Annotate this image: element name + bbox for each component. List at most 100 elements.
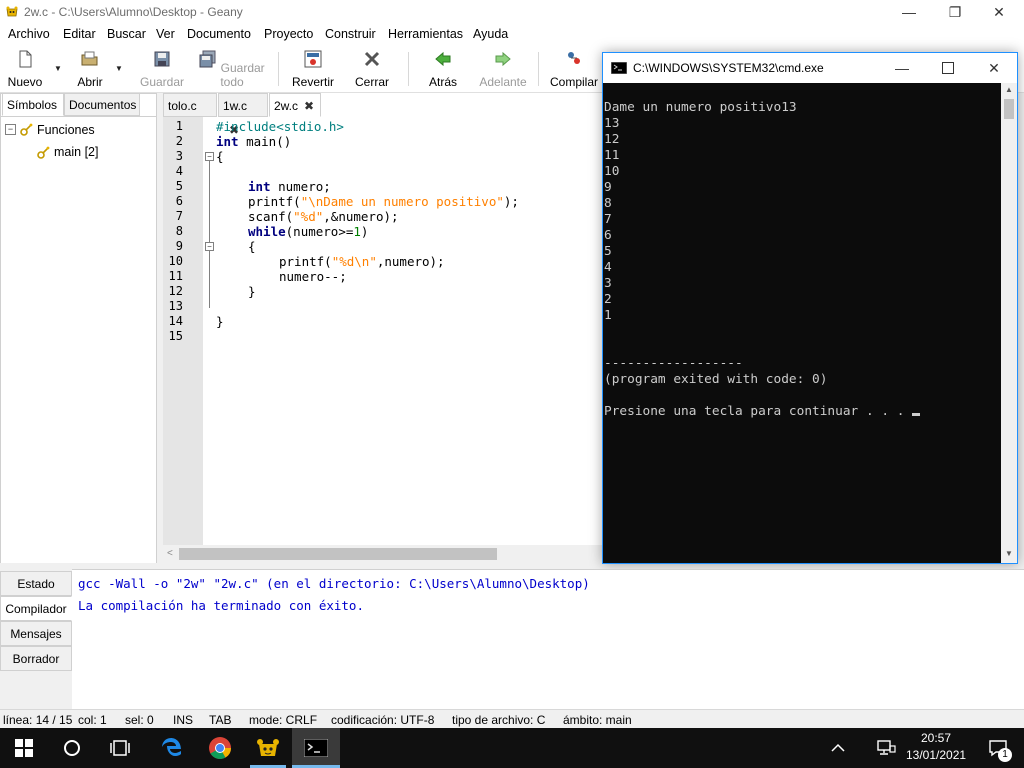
new-dropdown-arrow-icon[interactable]: ▼ [54, 64, 62, 73]
tab-symbols[interactable]: Símbolos [2, 93, 64, 116]
save-button[interactable]: Guardar [140, 50, 184, 89]
compiler-result-line[interactable]: La compilación ha terminado con éxito. [78, 598, 364, 613]
scrollbar-thumb[interactable] [179, 548, 497, 560]
tab-documents[interactable]: Documentos [64, 93, 140, 116]
line-number: 10 [168, 254, 183, 268]
code-line-10[interactable]: printf("%d\n",numero); [279, 254, 445, 269]
cmd-title-bar: C:\WINDOWS\SYSTEM32\cmd.exe — ✕ [603, 53, 1017, 83]
tree-item-main[interactable]: main [2] [54, 145, 98, 159]
line-number: 8 [175, 224, 183, 238]
cmd-taskbar-icon [304, 739, 328, 757]
code-line-12[interactable]: } [248, 284, 256, 299]
text-cursor [912, 413, 921, 416]
code-line-11[interactable]: numero--; [279, 269, 347, 284]
tab-compilador[interactable]: Compilador [0, 596, 72, 621]
symbols-tree: − Funciones main [2] [1, 116, 156, 563]
status-ins: INS [173, 713, 194, 727]
cmd-vertical-scrollbar[interactable]: ▲ ▼ [1001, 83, 1017, 563]
scroll-up-icon[interactable]: ▲ [1005, 85, 1013, 94]
status-scope: ámbito: main [563, 713, 632, 727]
cmd-close-button[interactable]: ✕ [971, 55, 1017, 81]
taskbar-edge[interactable] [148, 728, 196, 768]
menu-ver[interactable]: Ver [156, 27, 175, 41]
console-output[interactable]: Dame un numero positivo13 13 12 11 10 9 … [603, 83, 1001, 563]
clock[interactable]: 20:57 13/01/2021 [906, 730, 966, 766]
fold-toggle-icon[interactable]: − [205, 152, 214, 161]
tab-borrador[interactable]: Borrador [0, 646, 72, 671]
code-line-8[interactable]: while(numero>=1) [248, 224, 368, 239]
tab-close-icon[interactable]: ✖ [304, 94, 314, 118]
tab-tolo-c[interactable]: tolo.c✖ [163, 93, 217, 137]
tree-group-funciones[interactable]: Funciones [37, 123, 95, 137]
compiler-output: gcc -Wall -o "2w" "2w.c" (en el director… [72, 569, 1024, 709]
fold-toggle-icon[interactable]: − [205, 242, 214, 251]
back-button[interactable]: Atrás [424, 50, 462, 89]
code-line-2[interactable]: int main() [216, 134, 291, 149]
title-bar: 2w.c - C:\Users\Alumno\Desktop - Geany —… [0, 0, 1024, 24]
cmd-window-title: C:\WINDOWS\SYSTEM32\cmd.exe [633, 61, 824, 75]
menu-editar[interactable]: Editar [63, 27, 96, 41]
cmd-window: C:\WINDOWS\SYSTEM32\cmd.exe — ✕ Dame un … [602, 52, 1018, 564]
toolbar-separator [408, 52, 409, 86]
collapse-toggle-icon[interactable]: − [5, 124, 16, 135]
restore-button[interactable]: ❐ [932, 0, 978, 24]
status-col: col: 1 [78, 713, 107, 727]
toolbar-separator [538, 52, 539, 86]
start-button[interactable] [0, 728, 48, 768]
show-hidden-icons-button[interactable] [818, 728, 858, 768]
line-number: 3 [175, 149, 183, 163]
taskbar-geany[interactable] [244, 728, 292, 768]
menu-buscar[interactable]: Buscar [107, 27, 146, 41]
save-all-button[interactable]: Guardar todo [196, 50, 268, 89]
cmd-maximize-button[interactable] [925, 55, 971, 81]
revert-button[interactable]: Revertir [290, 50, 336, 89]
notification-count-badge: 1 [998, 748, 1012, 762]
editor-horizontal-scrollbar[interactable]: < [163, 545, 603, 563]
message-panel: Estado Compilador Mensajes Borrador gcc … [0, 569, 1024, 709]
code-line-14[interactable]: } [216, 314, 224, 329]
save-icon [154, 51, 170, 67]
taskbar-chrome[interactable] [196, 728, 244, 768]
code-line-1[interactable]: #include<stdio.h> [216, 119, 344, 134]
edge-browser-icon [162, 738, 181, 756]
compile-button[interactable]: Compilar [546, 50, 602, 89]
menu-archivo[interactable]: Archivo [8, 27, 50, 41]
menu-construir[interactable]: Construir [325, 27, 376, 41]
tab-mensajes[interactable]: Mensajes [0, 621, 72, 646]
notifications-button[interactable]: 1 [976, 728, 1020, 768]
cmd-icon [611, 62, 627, 74]
cmd-minimize-button[interactable]: — [879, 55, 925, 81]
tab-estado[interactable]: Estado [0, 571, 72, 596]
new-button[interactable]: Nuevo [6, 50, 44, 89]
taskbar-cmd[interactable] [292, 728, 340, 768]
scroll-left-icon[interactable]: < [167, 548, 173, 559]
fold-line [209, 161, 210, 308]
code-line-5[interactable]: int numero; [248, 179, 331, 194]
open-button[interactable]: Abrir [74, 50, 106, 89]
task-view-button[interactable] [96, 728, 144, 768]
scroll-down-icon[interactable]: ▼ [1005, 549, 1013, 558]
fold-margin: − − [203, 117, 215, 545]
search-button[interactable] [48, 728, 96, 768]
open-dropdown-arrow-icon[interactable]: ▼ [115, 64, 123, 73]
menu-herramientas[interactable]: Herramientas [388, 27, 463, 41]
menu-documento[interactable]: Documento [187, 27, 251, 41]
compiler-command-line[interactable]: gcc -Wall -o "2w" "2w.c" (en el director… [78, 576, 590, 591]
menu-ayuda[interactable]: Ayuda [473, 27, 508, 41]
line-number: 6 [175, 194, 183, 208]
compile-icon [568, 52, 580, 64]
close-button[interactable]: ✕ [976, 0, 1022, 24]
tab-1w-c[interactable]: 1w.c✖ [218, 93, 268, 137]
minimize-button[interactable]: — [886, 0, 932, 24]
network-icon [877, 740, 896, 755]
code-line-9[interactable]: { [248, 239, 256, 254]
menu-proyecto[interactable]: Proyecto [264, 27, 313, 41]
scrollbar-thumb[interactable] [1004, 99, 1014, 119]
code-line-6[interactable]: printf("\nDame un numero positivo"); [248, 194, 519, 209]
forward-button[interactable]: Adelante [476, 50, 530, 89]
code-line-7[interactable]: scanf("%d",&numero); [248, 209, 399, 224]
network-button[interactable] [866, 728, 906, 768]
close-file-button[interactable]: Cerrar [352, 50, 392, 89]
tab-2w-c[interactable]: 2w.c ✖ [269, 93, 321, 117]
code-line-3[interactable]: { [216, 149, 224, 164]
